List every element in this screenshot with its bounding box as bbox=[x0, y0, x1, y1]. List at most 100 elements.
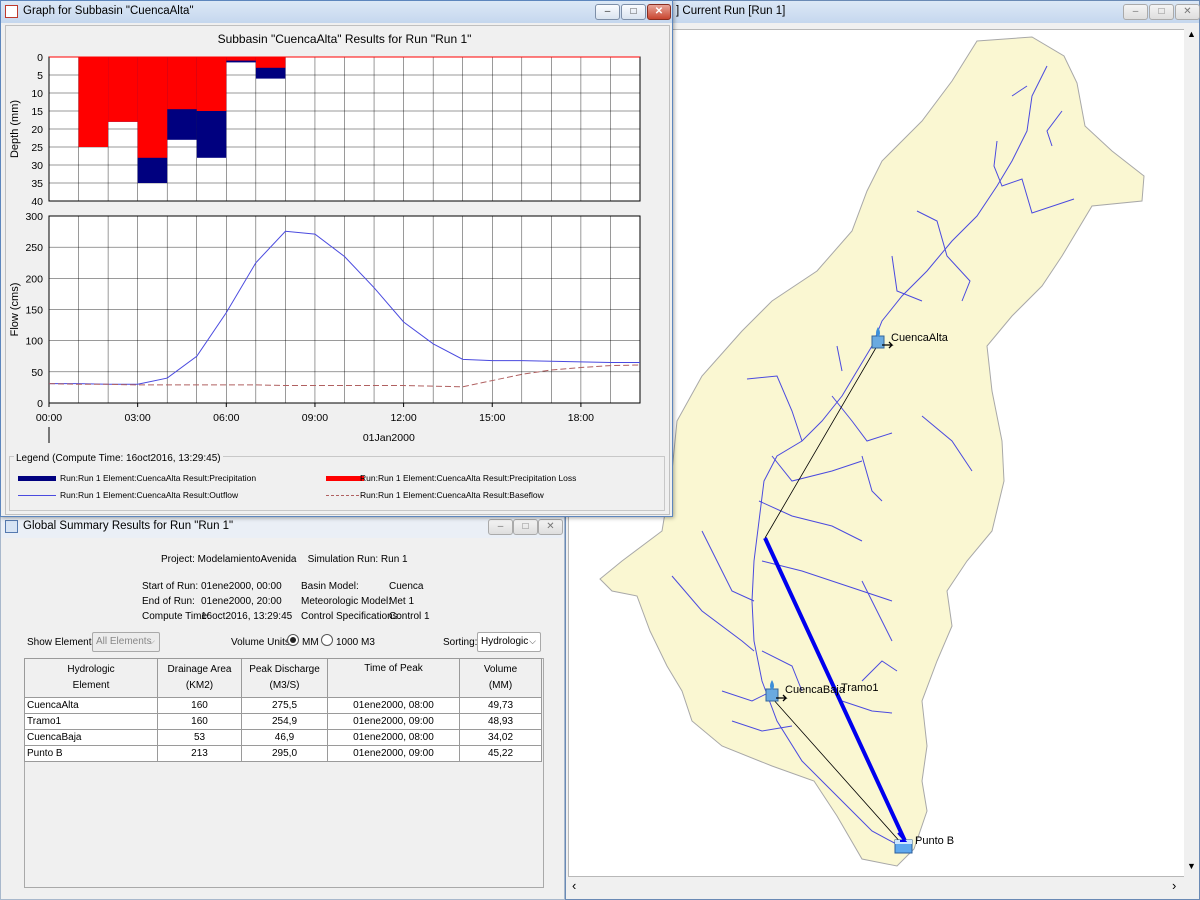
minimize-button[interactable]: – bbox=[595, 4, 620, 20]
loss-bar bbox=[138, 57, 168, 158]
table-row[interactable]: Punto B 213 295,0 01ene2000, 09:00 45,22 bbox=[25, 746, 542, 762]
legend-label-loss: Run:Run 1 Element:CuencaAlta Result:Prec… bbox=[360, 473, 576, 483]
legend-swatch-loss bbox=[326, 476, 364, 481]
table-row[interactable]: CuencaAlta 160 275,5 01ene2000, 08:00 49… bbox=[25, 698, 542, 714]
map-vertical-scrollbar[interactable]: ▲ ▼ bbox=[1184, 29, 1199, 877]
graph-window-title: Graph for Subbasin "CuencaAlta" bbox=[23, 5, 194, 17]
close-button[interactable]: ✕ bbox=[538, 519, 563, 535]
start-value: 01ene2000, 00:00 bbox=[201, 581, 282, 592]
table-row[interactable]: Tramo1 160 254,9 01ene2000, 09:00 48,93 bbox=[25, 714, 542, 730]
label-cuencaalta: CuencaAlta bbox=[891, 332, 948, 344]
y-tick-label: 200 bbox=[25, 273, 43, 285]
scroll-up-icon[interactable]: ▲ bbox=[1187, 29, 1196, 39]
met-value: Met 1 bbox=[389, 596, 414, 607]
legend-swatch-outflow bbox=[18, 495, 56, 496]
table-cell: CuencaBaja bbox=[25, 730, 158, 746]
table-header-row: HydrologicElement Drainage Area(KM2) Pea… bbox=[25, 659, 542, 698]
y-axis-label: Depth (mm) bbox=[9, 100, 21, 158]
chart-title: Subbasin "CuencaAlta" Results for Run "R… bbox=[218, 32, 472, 46]
table-row[interactable]: CuencaBaja 53 46,9 01ene2000, 08:00 34,0… bbox=[25, 730, 542, 746]
summary-window-titlebar[interactable]: Global Summary Results for Run "Run 1" –… bbox=[1, 516, 564, 538]
y-tick-label: 15 bbox=[31, 106, 43, 118]
start-label: Start of Run: bbox=[142, 581, 198, 592]
map-horizontal-scrollbar[interactable]: ‹ › bbox=[568, 877, 1184, 893]
chevron-down-icon: ⌵ bbox=[529, 636, 536, 647]
radio-1000m3-label: 1000 M3 bbox=[336, 637, 375, 648]
sorting-label: Sorting: bbox=[443, 637, 477, 648]
y-tick-label: 250 bbox=[25, 242, 43, 254]
radio-mm[interactable] bbox=[287, 634, 299, 646]
x-date-label: 01Jan2000 bbox=[363, 432, 415, 444]
loss-bar bbox=[197, 57, 227, 111]
y-tick-label: 5 bbox=[37, 70, 43, 82]
compute-label: Compute Time: bbox=[142, 611, 210, 622]
y-tick-label: 50 bbox=[31, 367, 43, 379]
column-header[interactable]: Peak Discharge(M3/S) bbox=[242, 659, 328, 698]
table-cell: 01ene2000, 09:00 bbox=[328, 746, 460, 762]
x-tick-label: 00:00 bbox=[36, 412, 62, 424]
y-tick-label: 0 bbox=[37, 398, 43, 410]
scroll-down-icon[interactable]: ▼ bbox=[1187, 861, 1196, 871]
x-tick-label: 15:00 bbox=[479, 412, 505, 424]
close-button[interactable]: ✕ bbox=[647, 4, 671, 20]
minimize-button[interactable]: – bbox=[1123, 4, 1148, 20]
y-tick-label: 30 bbox=[31, 160, 43, 172]
scroll-right-icon[interactable]: › bbox=[1172, 878, 1176, 893]
loss-bar bbox=[167, 57, 197, 109]
basin-boundary bbox=[600, 37, 1144, 866]
minimize-button[interactable]: – bbox=[488, 519, 513, 535]
summary-window-title: Global Summary Results for Run "Run 1" bbox=[23, 520, 233, 532]
table-cell: Tramo1 bbox=[25, 714, 158, 730]
loss-bar bbox=[226, 57, 256, 61]
label-punto-b: Punto B bbox=[915, 835, 954, 847]
map-window-title: ] Current Run [Run 1] bbox=[676, 5, 785, 17]
show-elements-value: All Elements bbox=[96, 636, 152, 647]
column-header[interactable]: Volume(MM) bbox=[460, 659, 542, 698]
show-elements-dropdown[interactable]: All Elements ⌵ bbox=[92, 632, 160, 652]
column-header[interactable]: Time of Peak bbox=[328, 659, 460, 698]
label-tramo1: Tramo1 bbox=[841, 682, 879, 694]
y-tick-label: 150 bbox=[25, 305, 43, 317]
loss-bar bbox=[108, 57, 138, 122]
column-header[interactable]: HydrologicElement bbox=[25, 659, 158, 698]
x-tick-label: 09:00 bbox=[302, 412, 328, 424]
graph-icon bbox=[5, 5, 18, 18]
basin-label: Basin Model: bbox=[301, 581, 359, 592]
results-chart: Subbasin "CuencaAlta" Results for Run "R… bbox=[1, 23, 672, 473]
end-value: 01ene2000, 20:00 bbox=[201, 596, 282, 607]
y-tick-label: 300 bbox=[25, 211, 43, 223]
table-cell: 46,9 bbox=[242, 730, 328, 746]
graph-window-titlebar[interactable]: Graph for Subbasin "CuencaAlta" – □ ✕ bbox=[1, 1, 672, 23]
sorting-dropdown[interactable]: Hydrologic ⌵ bbox=[477, 632, 541, 652]
end-label: End of Run: bbox=[142, 596, 195, 607]
table-cell: 213 bbox=[158, 746, 242, 762]
table-cell: CuencaAlta bbox=[25, 698, 158, 714]
close-button[interactable]: ✕ bbox=[1175, 4, 1200, 20]
table-icon bbox=[5, 520, 18, 533]
table-cell: 160 bbox=[158, 714, 242, 730]
radio-1000m3[interactable] bbox=[321, 634, 333, 646]
results-table: HydrologicElement Drainage Area(KM2) Pea… bbox=[24, 658, 542, 762]
scroll-left-icon[interactable]: ‹ bbox=[572, 878, 576, 893]
maximize-button[interactable]: □ bbox=[621, 4, 646, 20]
table-cell: 53 bbox=[158, 730, 242, 746]
maximize-button[interactable]: □ bbox=[513, 519, 538, 535]
table-cell: 01ene2000, 08:00 bbox=[328, 698, 460, 714]
legend-swatch-precip bbox=[18, 476, 56, 481]
compute-value: 16oct2016, 13:29:45 bbox=[201, 611, 292, 622]
y-tick-label: 25 bbox=[31, 142, 43, 154]
x-tick-label: 06:00 bbox=[213, 412, 239, 424]
legend-swatch-baseflow bbox=[326, 495, 364, 496]
y-tick-label: 100 bbox=[25, 336, 43, 348]
y-axis-label: Flow (cms) bbox=[9, 283, 21, 337]
table-cell: 01ene2000, 08:00 bbox=[328, 730, 460, 746]
table-cell: 275,5 bbox=[242, 698, 328, 714]
table-cell: Punto B bbox=[25, 746, 158, 762]
radio-mm-label: MM bbox=[302, 637, 319, 648]
sorting-value: Hydrologic bbox=[481, 636, 528, 647]
x-tick-label: 12:00 bbox=[390, 412, 416, 424]
maximize-button[interactable]: □ bbox=[1149, 4, 1174, 20]
table-cell: 34,02 bbox=[460, 730, 542, 746]
column-header[interactable]: Drainage Area(KM2) bbox=[158, 659, 242, 698]
y-tick-label: 40 bbox=[31, 196, 43, 208]
